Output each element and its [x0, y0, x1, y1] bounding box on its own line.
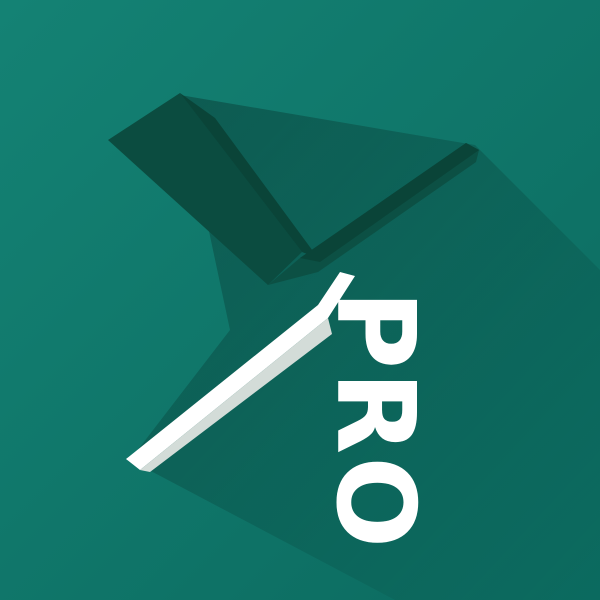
- app-icon: PRO: [0, 0, 600, 600]
- pro-checkmark-logo: PRO: [0, 0, 600, 600]
- pro-badge-text: PRO: [312, 290, 437, 550]
